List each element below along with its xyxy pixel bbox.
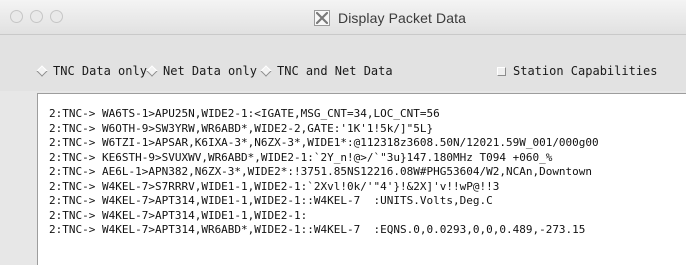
net-data-only-option[interactable]: Net Data only [146, 63, 257, 79]
radio-diamond-icon[interactable] [146, 65, 158, 77]
title-bar[interactable]: Display Packet Data [0, 0, 686, 35]
radio-diamond-icon[interactable] [36, 65, 48, 77]
packet-log-line: 2:TNC-> W6TZI-1>APSAR,K6IXA-3*,N6ZX-3*,W… [49, 136, 599, 149]
tnc-and-net-data-option[interactable]: TNC and Net Data [260, 63, 393, 79]
packet-log-line: 2:TNC-> W4KEL-7>APT314,WR6ABD*,WIDE2-1::… [49, 223, 586, 236]
tnc-data-only-label: TNC Data only [53, 64, 147, 78]
station-capabilities-option[interactable]: Station Capabilities [497, 63, 658, 79]
zoom-window-button[interactable] [50, 10, 63, 23]
packet-log-line: 2:TNC-> AE6L-1>APN382,N6ZX-3*,WIDE2*:!37… [49, 165, 593, 178]
packet-log-lines: 2:TNC-> WA6TS-1>APU25N,WIDE2-1:<IGATE,MS… [49, 107, 686, 265]
close-window-button[interactable] [10, 10, 23, 23]
packet-log-area[interactable]: 2:TNC-> WA6TS-1>APU25N,WIDE2-1:<IGATE,MS… [37, 93, 686, 265]
tnc-and-net-data-label: TNC and Net Data [277, 64, 393, 78]
window-title: Display Packet Data [338, 10, 466, 26]
minimize-window-button[interactable] [30, 10, 43, 23]
x11-icon [314, 10, 330, 26]
packet-log-line: 2:TNC-> W4KEL-7>S7RRRV,WIDE1-1,WIDE2-1:`… [49, 179, 500, 193]
display-options-bar: TNC Data only Net Data only TNC and Net … [0, 35, 686, 91]
packet-log-line: 2:TNC-> WA6TS-1>APU25N,WIDE2-1:<IGATE,MS… [49, 107, 440, 120]
packet-log-line: 2:TNC-> W4KEL-7>APT314,WIDE1-1,WIDE2-1::… [49, 194, 493, 207]
window-title-group: Display Packet Data [314, 8, 466, 28]
display-packet-data-window: Display Packet Data TNC Data only Net Da… [0, 0, 686, 265]
packet-log-line: 2:TNC-> KE6STH-9>SVUXWV,WR6ABD*,WIDE2-1:… [49, 150, 553, 164]
station-capabilities-label: Station Capabilities [513, 64, 658, 78]
tnc-data-only-option[interactable]: TNC Data only [36, 63, 147, 79]
radio-diamond-icon[interactable] [260, 65, 272, 77]
checkbox-icon[interactable] [497, 66, 506, 76]
net-data-only-label: Net Data only [163, 64, 257, 78]
packet-log-line: 2:TNC-> W4KEL-7>APT314,WIDE1-1,WIDE2-1: [49, 208, 308, 222]
packet-log-line: 2:TNC-> W6OTH-9>SW3YRW,WR6ABD*,WIDE2-2,G… [49, 121, 434, 135]
x11-icon-glyph [316, 12, 328, 24]
